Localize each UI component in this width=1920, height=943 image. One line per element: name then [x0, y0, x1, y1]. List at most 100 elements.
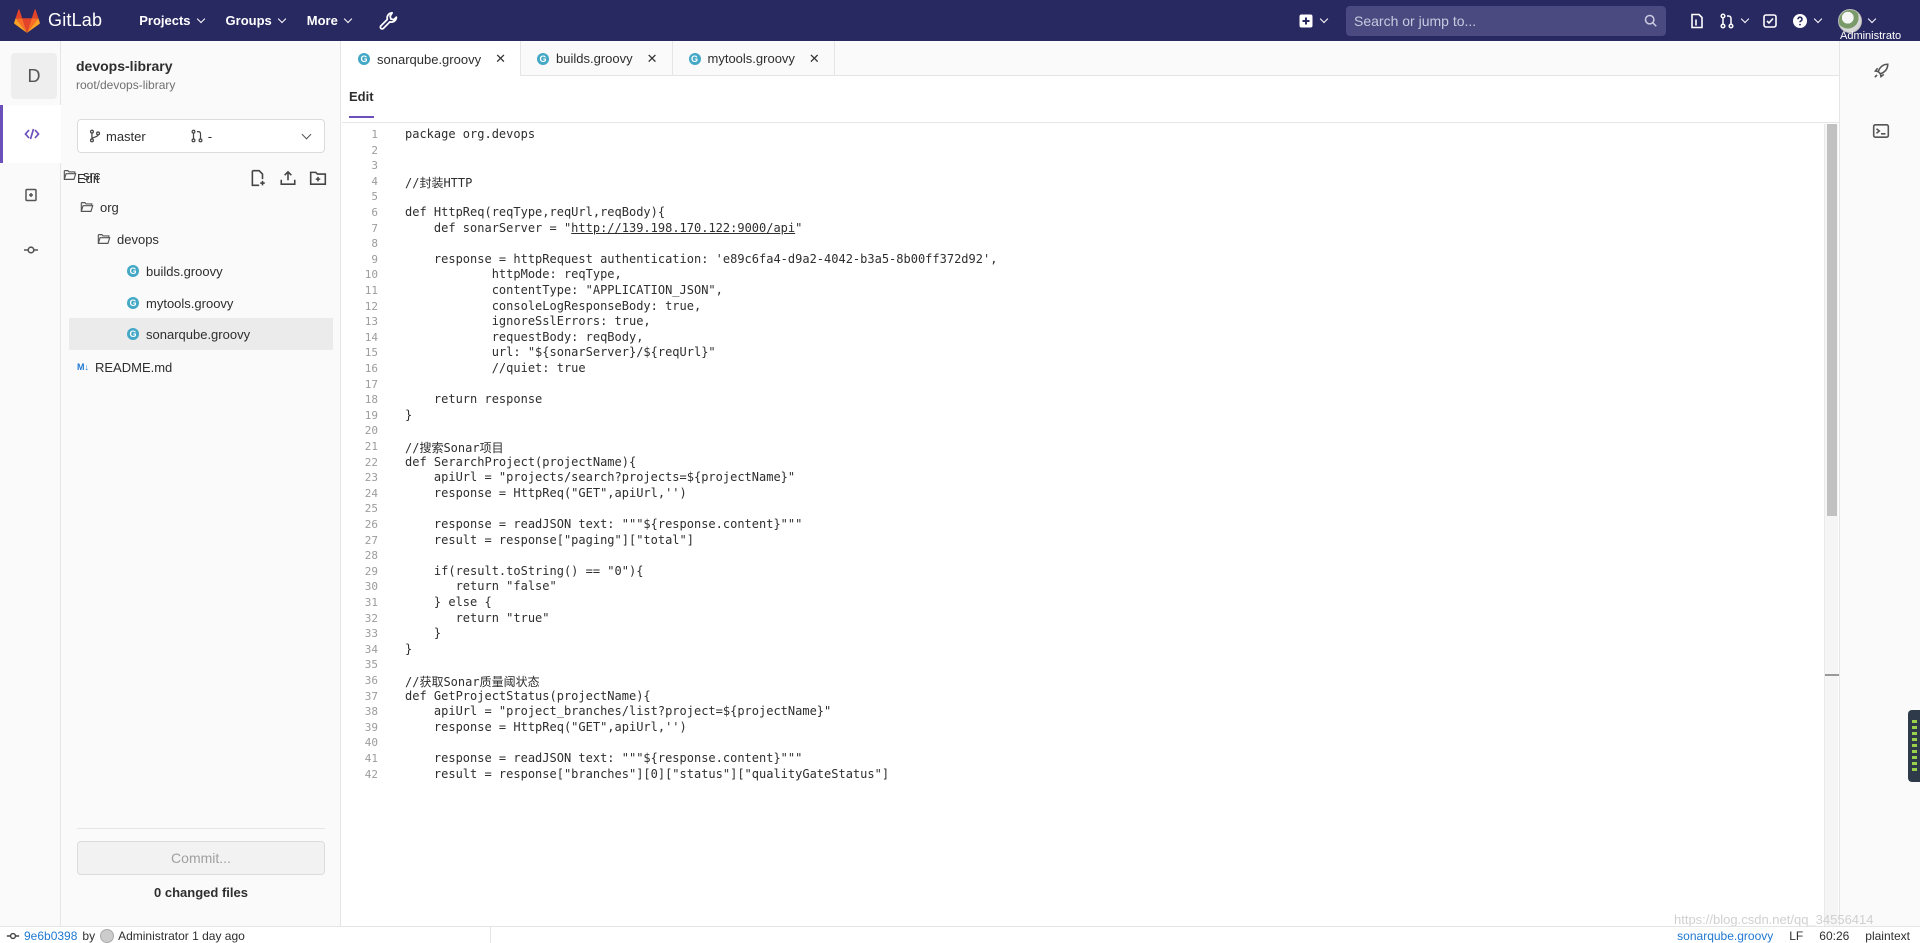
code-line[interactable]: def GetProjectStatus(projectName){ [405, 689, 651, 703]
help-dropdown[interactable] [1785, 0, 1828, 41]
merge-requests-link[interactable] [1712, 0, 1755, 41]
groovy-file-icon: G [127, 265, 139, 277]
line-number: 34 [364, 642, 378, 656]
code-line[interactable]: consoleLogResponseBody: true, [405, 299, 702, 313]
code-line[interactable]: //quiet: true [405, 361, 586, 375]
code-line[interactable]: } [405, 408, 412, 422]
code-line[interactable]: response = httpRequest authentication: '… [405, 252, 998, 266]
code-line[interactable]: } [405, 626, 441, 640]
code-line[interactable]: def HttpReq(reqType,reqUrl,reqBody){ [405, 205, 665, 219]
code-line[interactable]: requestBody: reqBody, [405, 330, 644, 344]
tab-sonarqube-groovy[interactable]: G sonarqube.groovy ✕ [342, 41, 521, 77]
help-icon [1793, 13, 1807, 28]
code-line[interactable]: def SerarchProject(projectName){ [405, 455, 636, 469]
code-line[interactable]: result = response["paging"]["total"] [405, 533, 694, 547]
code-line[interactable]: httpMode: reqType, [405, 267, 622, 281]
code-line[interactable]: //获取Sonar质量阈状态 [405, 673, 540, 690]
groups-menu-label: Groups [225, 13, 272, 28]
upload-icon[interactable] [279, 169, 297, 187]
branch-selector[interactable]: master - [77, 119, 325, 153]
code-line[interactable]: if(result.toString() == "0"){ [405, 564, 644, 578]
code-line[interactable]: //搜索Sonar项目 [405, 439, 504, 456]
code-line[interactable]: return "true" [405, 611, 550, 625]
commit-mode-button[interactable] [0, 221, 61, 279]
code-line[interactable]: return "false" [405, 579, 557, 593]
groups-menu[interactable]: Groups [215, 0, 296, 41]
code-line[interactable]: response = HttpReq("GET",apiUrl,'') [405, 720, 687, 734]
avatar [100, 928, 115, 943]
code-line[interactable]: response = HttpReq("GET",apiUrl,'') [405, 486, 687, 500]
new-folder-icon[interactable] [309, 169, 327, 187]
code-line[interactable]: } else { [405, 595, 492, 609]
performance-bar-widget[interactable] [1908, 710, 1920, 782]
project-avatar[interactable]: D [11, 53, 57, 99]
code-editor[interactable]: 1 package org.devops 2 3 4//封装HTTP 5 6 def Http… [342, 124, 1824, 926]
line-number: 31 [364, 596, 378, 609]
tree-item-label: src [83, 167, 101, 183]
tree-folder-org[interactable]: org [80, 194, 119, 220]
tree-file-sonarqube-groovy[interactable]: G sonarqube.groovy [69, 318, 333, 350]
code-line[interactable]: response = readJSON text: """${response.… [405, 517, 802, 531]
tree-folder-src[interactable]: src [63, 162, 277, 188]
search-box[interactable] [1346, 5, 1666, 36]
terminal-button[interactable] [1840, 111, 1920, 151]
commit-button[interactable]: Commit... [77, 841, 325, 875]
more-menu-label: More [306, 13, 338, 28]
scrollbar-thumb[interactable] [1827, 124, 1837, 516]
tree-folder-devops[interactable]: devops [97, 226, 159, 252]
code-line[interactable]: def sonarServer = "http://139.198.170.12… [405, 221, 802, 235]
code-line[interactable]: package org.devops [405, 127, 535, 141]
groovy-file-icon: G [127, 297, 139, 309]
line-number: 40 [364, 736, 378, 750]
url-link[interactable]: http://139.198.170.122:9000/api [571, 221, 795, 235]
admin-area-link[interactable] [362, 0, 410, 41]
gitlab-home-link[interactable]: GitLab [14, 0, 102, 41]
pipelines-button[interactable] [1840, 51, 1920, 91]
issues-link[interactable] [1682, 0, 1712, 41]
tab-edit[interactable]: Edit [349, 89, 374, 118]
folder-open-icon [80, 202, 94, 212]
code-line[interactable]: result = response["branches"][0]["status… [405, 767, 889, 781]
tree-file-readme[interactable]: M↓ README.md [77, 354, 172, 380]
last-commit-info: 9e6b0398 by Administrator 1 day ago [6, 927, 245, 943]
code-line[interactable]: //封装HTTP [405, 174, 472, 191]
line-number: 1 [371, 128, 378, 141]
code-line[interactable]: ignoreSslErrors: true, [405, 314, 651, 328]
current-file-name[interactable]: sonarqube.groovy [1677, 929, 1773, 943]
code-line[interactable]: apiUrl = "projects/search?projects=${pro… [405, 470, 795, 484]
close-icon[interactable]: ✕ [647, 51, 658, 67]
merge-request-selector[interactable]: - [190, 129, 212, 144]
tree-file-builds-groovy[interactable]: G builds.groovy [127, 258, 223, 284]
line-number: 3 [371, 159, 378, 173]
tab-label: builds.groovy [555, 51, 633, 66]
editor-scrollbar[interactable] [1824, 124, 1839, 926]
projects-menu[interactable]: Projects [128, 0, 214, 41]
search-input[interactable] [1354, 12, 1644, 29]
editor-tabs: G sonarqube.groovy ✕ G builds.groovy ✕ G… [342, 41, 1839, 77]
cursor-position: 60:26 [1819, 928, 1850, 943]
tab-builds-groovy[interactable]: G builds.groovy ✕ [521, 41, 673, 76]
line-number: 5 [371, 190, 378, 204]
commit-by-label: by [82, 928, 96, 943]
tab-mytools-groovy[interactable]: G mytools.groovy ✕ [673, 41, 835, 76]
commit-sha-link[interactable]: 9e6b0398 [24, 929, 77, 943]
new-dropdown[interactable] [1291, 0, 1334, 41]
review-mode-button[interactable] [0, 166, 61, 224]
code-line[interactable]: return response [405, 392, 542, 406]
close-icon[interactable]: ✕ [809, 51, 820, 67]
user-menu[interactable]: Administrato [1828, 0, 1920, 42]
project-name[interactable]: devops-library [76, 58, 172, 74]
code-line[interactable]: response = readJSON text: """${response.… [405, 751, 802, 765]
close-icon[interactable]: ✕ [495, 51, 506, 67]
more-menu[interactable]: More [296, 0, 362, 41]
tree-file-mytools-groovy[interactable]: G mytools.groovy [127, 290, 233, 316]
code-line[interactable]: contentType: "APPLICATION_JSON", [405, 283, 723, 297]
edit-mode-button[interactable] [0, 105, 61, 163]
code-line[interactable]: url: "${sonarServer}/${reqUrl}" [405, 345, 716, 359]
line-number: 37 [364, 689, 378, 703]
markdown-file-icon: M↓ [77, 362, 89, 372]
code-line[interactable]: } [405, 642, 412, 656]
code-line[interactable]: apiUrl = "project_branches/list?project=… [405, 704, 831, 718]
todos-link[interactable] [1755, 0, 1785, 41]
line-ending: LF [1789, 928, 1804, 943]
